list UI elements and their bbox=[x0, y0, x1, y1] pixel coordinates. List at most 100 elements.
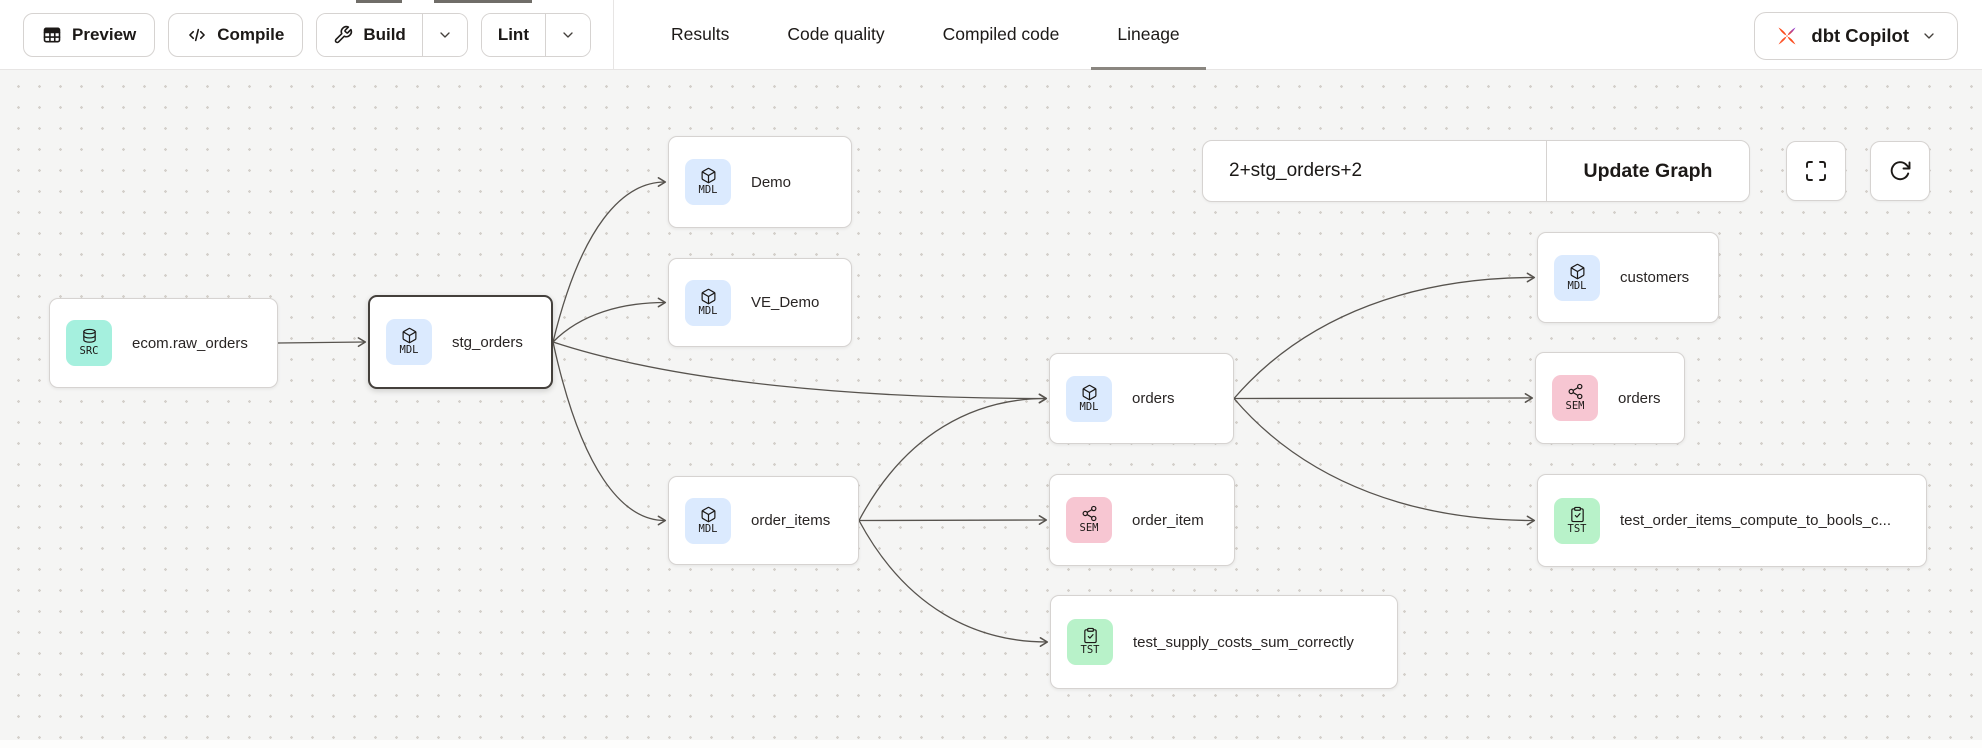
lineage-node-raw_orders[interactable]: SRC ecom.raw_orders bbox=[49, 298, 278, 388]
node-type-badge: MDL bbox=[1554, 255, 1600, 301]
preview-button[interactable]: Preview bbox=[23, 13, 155, 57]
lineage-edge bbox=[859, 520, 1046, 521]
node-type-badge: MDL bbox=[685, 498, 731, 544]
lineage-edge bbox=[1234, 278, 1534, 399]
dbt-copilot-label: dbt Copilot bbox=[1811, 25, 1909, 47]
toolbar-divider bbox=[613, 0, 614, 70]
network-icon bbox=[1081, 505, 1098, 522]
cropped-tab-artifact bbox=[356, 0, 402, 3]
node-type-label: TST bbox=[1081, 645, 1100, 657]
lineage-node-ve_demo[interactable]: MDLVE_Demo bbox=[668, 258, 852, 347]
node-label: order_items bbox=[751, 512, 830, 529]
cube-icon bbox=[1569, 263, 1586, 280]
cropped-tab-artifact bbox=[434, 0, 532, 3]
build-dropdown-button[interactable] bbox=[422, 14, 467, 56]
network-icon bbox=[1567, 383, 1584, 400]
cube-icon bbox=[401, 327, 418, 344]
lineage-node-orders_sem[interactable]: SEM orders bbox=[1535, 352, 1685, 444]
node-label: orders bbox=[1132, 390, 1175, 407]
node-type-label: TST bbox=[1568, 524, 1587, 536]
lineage-edge bbox=[859, 399, 1046, 521]
compile-button[interactable]: Compile bbox=[168, 13, 303, 57]
lineage-edge bbox=[1234, 399, 1534, 521]
update-graph-button[interactable]: Update Graph bbox=[1546, 141, 1749, 201]
node-label: ecom.raw_orders bbox=[132, 335, 248, 352]
node-type-label: SEM bbox=[1080, 523, 1099, 535]
preview-button-label: Preview bbox=[72, 25, 136, 45]
refresh-button[interactable] bbox=[1870, 141, 1930, 201]
build-button[interactable]: Build bbox=[317, 14, 422, 56]
result-tabs: Results Code quality Compiled code Linea… bbox=[645, 0, 1206, 70]
lineage-node-order_items[interactable]: MDL order_items bbox=[668, 476, 859, 565]
lineage-node-orders_mdl[interactable]: MDL orders bbox=[1049, 353, 1234, 444]
node-type-label: MDL bbox=[1080, 402, 1099, 414]
node-type-label: MDL bbox=[699, 185, 718, 197]
dbt-copilot-button[interactable]: dbt Copilot bbox=[1754, 12, 1958, 60]
tab-compiled-code[interactable]: Compiled code bbox=[917, 0, 1086, 70]
node-label: test_order_items_compute_to_bools_c... bbox=[1620, 512, 1891, 529]
lineage-node-demo[interactable]: MDL Demo bbox=[668, 136, 852, 228]
tab-results[interactable]: Results bbox=[645, 0, 755, 70]
chevron-down-icon bbox=[560, 27, 576, 43]
node-type-label: SEM bbox=[1566, 401, 1585, 413]
node-type-label: MDL bbox=[699, 524, 718, 536]
tab-code-quality[interactable]: Code quality bbox=[761, 0, 910, 70]
lineage-edge bbox=[278, 342, 365, 343]
node-type-label: SRC bbox=[80, 346, 99, 358]
table-icon bbox=[42, 25, 62, 45]
node-type-badge: SEM bbox=[1066, 497, 1112, 543]
lint-dropdown-button[interactable] bbox=[545, 14, 590, 56]
lineage-canvas[interactable]: SRCecom.raw_ordersMDLstg_ordersMDLDemoMD… bbox=[0, 70, 1982, 748]
lineage-node-test_order_items[interactable]: TST test_order_items_compute_to_bools_c..… bbox=[1537, 474, 1927, 567]
node-type-badge: MDL bbox=[685, 280, 731, 326]
node-type-badge: TST bbox=[1554, 498, 1600, 544]
lineage-selector-input[interactable] bbox=[1203, 141, 1546, 201]
build-button-group: Build bbox=[316, 13, 468, 57]
clipboard-check-icon bbox=[1569, 506, 1586, 523]
cube-icon bbox=[700, 506, 717, 523]
wrench-icon bbox=[333, 25, 353, 45]
lineage-edge bbox=[553, 342, 1046, 399]
compile-button-label: Compile bbox=[217, 25, 284, 45]
refresh-icon bbox=[1888, 159, 1912, 183]
node-type-label: MDL bbox=[400, 345, 419, 357]
code-icon bbox=[187, 25, 207, 45]
node-type-badge: SEM bbox=[1552, 375, 1598, 421]
lineage-selector: Update Graph bbox=[1202, 140, 1750, 202]
node-label: test_supply_costs_sum_correctly bbox=[1133, 634, 1354, 651]
lineage-node-order_item_sem[interactable]: SEM order_item bbox=[1049, 474, 1235, 566]
lineage-edge bbox=[553, 342, 665, 521]
clipboard-check-icon bbox=[1082, 627, 1099, 644]
lineage-edge bbox=[553, 182, 665, 342]
node-type-badge: SRC bbox=[66, 320, 112, 366]
node-label: Demo bbox=[751, 174, 791, 191]
lineage-node-test_supply[interactable]: TST test_supply_costs_sum_correctly bbox=[1050, 595, 1398, 689]
cube-icon bbox=[1081, 384, 1098, 401]
canvas-bottom-strip bbox=[0, 740, 1982, 748]
dbt-copilot-logo-icon bbox=[1775, 24, 1799, 48]
node-type-label: MDL bbox=[699, 306, 718, 318]
toolbar: Preview Compile Build Lint bbox=[0, 0, 1982, 70]
lint-button[interactable]: Lint bbox=[482, 14, 545, 56]
tab-lineage[interactable]: Lineage bbox=[1091, 0, 1205, 70]
node-label: customers bbox=[1620, 269, 1689, 286]
lineage-edge bbox=[553, 303, 665, 343]
lineage-node-customers[interactable]: MDL customers bbox=[1537, 232, 1719, 323]
lint-button-group: Lint bbox=[481, 13, 591, 57]
node-type-label: MDL bbox=[1568, 281, 1587, 293]
node-label: stg_orders bbox=[452, 334, 523, 351]
fullscreen-button[interactable] bbox=[1786, 141, 1846, 201]
toolbar-actions: Preview Compile Build Lint bbox=[0, 13, 591, 57]
node-label: orders bbox=[1618, 390, 1661, 407]
node-label: order_item bbox=[1132, 512, 1204, 529]
lint-button-label: Lint bbox=[498, 25, 529, 45]
lineage-edge bbox=[859, 521, 1047, 643]
node-type-badge: TST bbox=[1067, 619, 1113, 665]
lineage-node-stg_orders[interactable]: MDL stg_orders bbox=[368, 295, 553, 389]
cube-icon bbox=[700, 288, 717, 305]
database-icon bbox=[81, 328, 98, 345]
chevron-down-icon bbox=[1921, 28, 1937, 44]
node-type-badge: MDL bbox=[386, 319, 432, 365]
lineage-edge bbox=[1234, 398, 1532, 399]
build-button-label: Build bbox=[363, 25, 406, 45]
